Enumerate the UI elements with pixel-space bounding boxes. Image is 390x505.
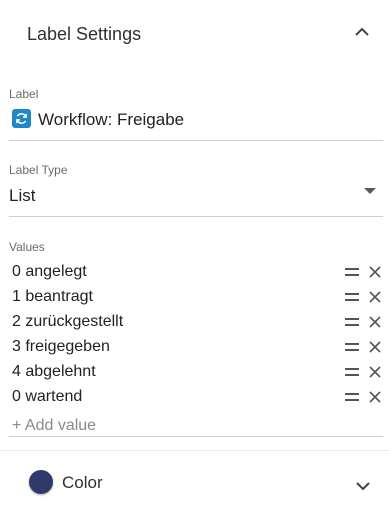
add-value-input[interactable]: + Add value bbox=[12, 417, 96, 435]
values-caption: Values bbox=[9, 240, 45, 254]
label-divider bbox=[9, 140, 383, 141]
value-item: 0 angelegt bbox=[0, 260, 390, 285]
value-text[interactable]: 0 wartend bbox=[12, 388, 82, 406]
workflow-refresh-icon bbox=[12, 109, 31, 128]
value-text[interactable]: 0 angelegt bbox=[12, 263, 87, 281]
value-text[interactable]: 1 beantragt bbox=[12, 288, 93, 306]
values-divider bbox=[9, 436, 383, 437]
chevron-up-icon[interactable] bbox=[350, 20, 374, 44]
drag-handle-icon[interactable] bbox=[345, 268, 359, 276]
value-item: 0 wartend bbox=[0, 385, 390, 410]
value-text[interactable]: 3 freigegeben bbox=[12, 338, 110, 356]
label-field[interactable]: Workflow: Freigabe bbox=[38, 110, 184, 130]
label-type-select[interactable]: List bbox=[9, 186, 35, 206]
drag-handle-icon[interactable] bbox=[345, 393, 359, 401]
close-icon[interactable] bbox=[367, 289, 383, 305]
drag-handle-icon[interactable] bbox=[345, 343, 359, 351]
drag-handle-icon[interactable] bbox=[345, 368, 359, 376]
dropdown-arrow-icon[interactable] bbox=[364, 188, 376, 194]
label-type-caption: Label Type bbox=[9, 163, 68, 177]
value-item: 2 zurückgestellt bbox=[0, 310, 390, 335]
value-item: 4 abgelehnt bbox=[0, 360, 390, 385]
close-icon[interactable] bbox=[367, 389, 383, 405]
value-text[interactable]: 2 zurückgestellt bbox=[12, 313, 123, 331]
close-icon[interactable] bbox=[367, 364, 383, 380]
label-settings-header[interactable]: Label Settings bbox=[0, 0, 390, 70]
value-item: 3 freigegeben bbox=[0, 335, 390, 360]
panel-title: Label Settings bbox=[27, 24, 142, 44]
close-icon[interactable] bbox=[367, 314, 383, 330]
color-swatch[interactable] bbox=[29, 470, 53, 494]
label-caption: Label bbox=[9, 87, 39, 101]
value-text[interactable]: 4 abgelehnt bbox=[12, 363, 96, 381]
label-type-divider bbox=[9, 216, 383, 217]
color-label: Color bbox=[62, 473, 103, 492]
section-divider bbox=[0, 450, 390, 451]
value-item: 1 beantragt bbox=[0, 285, 390, 310]
close-icon[interactable] bbox=[367, 264, 383, 280]
chevron-down-icon[interactable] bbox=[351, 474, 375, 498]
drag-handle-icon[interactable] bbox=[345, 293, 359, 301]
drag-handle-icon[interactable] bbox=[345, 318, 359, 326]
close-icon[interactable] bbox=[367, 339, 383, 355]
